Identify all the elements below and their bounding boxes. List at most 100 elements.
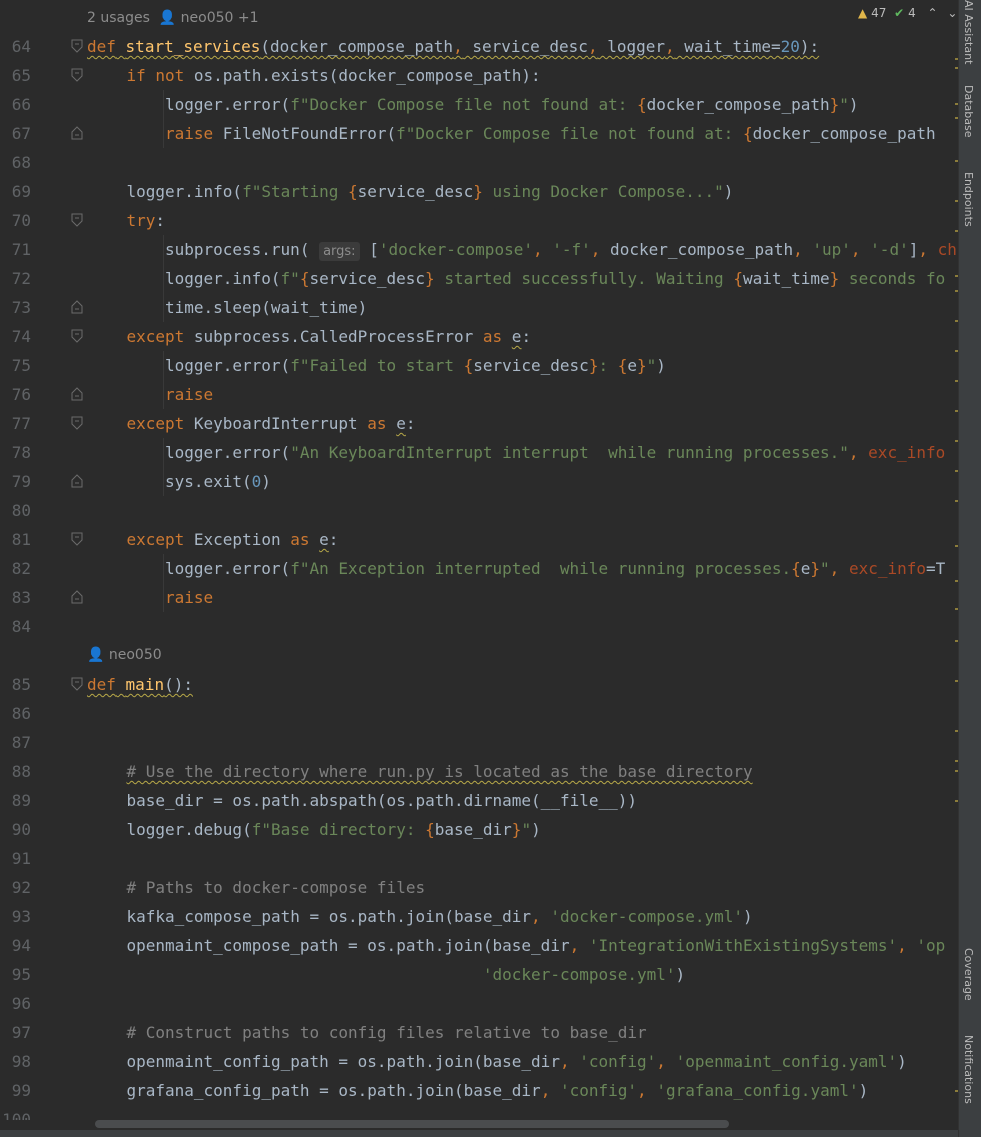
line-number[interactable]: 72 (0, 264, 31, 293)
line-number[interactable]: 77 (0, 409, 31, 438)
fold-open-icon[interactable] (71, 329, 83, 343)
code-line[interactable]: 100 (0, 1105, 958, 1120)
fold-open-icon[interactable] (71, 39, 83, 53)
code-line[interactable]: 80 (0, 496, 958, 525)
code-line[interactable]: 66 logger.error(f"Docker Compose file not… (0, 90, 958, 119)
line-number[interactable]: 98 (0, 1047, 31, 1076)
tool-window-endpoints[interactable]: Endpoints (962, 172, 975, 227)
code-line[interactable]: 95 'docker-compose.yml') (0, 960, 958, 989)
code-line[interactable]: 86 (0, 699, 958, 728)
code-line[interactable]: 98 openmaint_config_path = os.path.join(b… (0, 1047, 958, 1076)
line-number[interactable]: 91 (0, 844, 31, 873)
line-number[interactable]: 68 (0, 148, 31, 177)
code-line[interactable]: 91 (0, 844, 958, 873)
code-line[interactable]: 79 sys.exit(0) (0, 467, 958, 496)
line-number[interactable]: 79 (0, 467, 31, 496)
fold-open-icon[interactable] (71, 532, 83, 546)
code-line[interactable]: 65 if not os.path.exists(docker_compose_p… (0, 61, 958, 90)
code-vision-hint-start-services[interactable]: 2 usages 👤 neo050 +1 (87, 4, 259, 33)
line-number[interactable]: 78 (0, 438, 31, 467)
line-number[interactable]: 74 (0, 322, 31, 351)
fold-open-icon[interactable] (71, 677, 83, 691)
line-number[interactable]: 64 (0, 32, 31, 61)
line-number[interactable]: 99 (0, 1076, 31, 1105)
line-number[interactable]: 70 (0, 206, 31, 235)
code-line[interactable]: 83 raise (0, 583, 958, 612)
code-line[interactable]: 68 (0, 148, 958, 177)
line-number[interactable]: 65 (0, 61, 31, 90)
line-number[interactable]: 97 (0, 1018, 31, 1047)
line-number[interactable]: 82 (0, 554, 31, 583)
line-number[interactable]: 90 (0, 815, 31, 844)
code-line[interactable]: 71 subprocess.run( args: ['docker-compose… (0, 235, 958, 264)
code-line[interactable]: 92 # Paths to docker-compose files (0, 873, 958, 902)
code-line[interactable]: 90 logger.debug(f"Base directory: {base_d… (0, 815, 958, 844)
code-line[interactable]: 99 grafana_config_path = os.path.join(bas… (0, 1076, 958, 1105)
horizontal-scrollbar-thumb[interactable] (95, 1120, 729, 1128)
code-line[interactable]: 84 (0, 612, 958, 641)
code-line[interactable]: 78 logger.error("An KeyboardInterrupt int… (0, 438, 958, 467)
line-number[interactable]: 92 (0, 873, 31, 902)
line-number[interactable]: 76 (0, 380, 31, 409)
code-vision-hint-main[interactable]: 👤 neo050 (87, 641, 162, 670)
fold-close-icon[interactable] (71, 300, 83, 314)
line-number[interactable]: 93 (0, 902, 31, 931)
line-number[interactable]: 94 (0, 931, 31, 960)
line-number[interactable]: 100 (0, 1105, 31, 1120)
previous-highlight-icon[interactable]: ⌃ (928, 6, 938, 20)
fold-open-icon[interactable] (71, 416, 83, 430)
code-line[interactable]: 89 base_dir = os.path.abspath(os.path.dir… (0, 786, 958, 815)
code-line[interactable]: 81 except Exception as e: (0, 525, 958, 554)
code-line[interactable]: 70 try: (0, 206, 958, 235)
line-number[interactable]: 96 (0, 989, 31, 1018)
line-number[interactable]: 81 (0, 525, 31, 554)
fold-open-icon[interactable] (71, 68, 83, 82)
code-line[interactable]: 93 kafka_compose_path = os.path.join(base… (0, 902, 958, 931)
code-line[interactable]: 74 except subprocess.CalledProcessError a… (0, 322, 958, 351)
line-number[interactable]: 69 (0, 177, 31, 206)
line-number[interactable]: 80 (0, 496, 31, 525)
line-number[interactable]: 84 (0, 612, 31, 641)
code-line[interactable]: 72 logger.info(f"{service_desc} started s… (0, 264, 958, 293)
tool-window-ai-assistant[interactable]: AI Assistant (962, 0, 975, 64)
code-line[interactable]: 69 logger.info(f"Starting {service_desc} … (0, 177, 958, 206)
line-number[interactable]: 88 (0, 757, 31, 786)
tool-window-notifications[interactable]: Notifications (962, 1035, 975, 1104)
line-number[interactable]: 73 (0, 293, 31, 322)
code-line[interactable]: 77 except KeyboardInterrupt as e: (0, 409, 958, 438)
code-line[interactable]: 76 raise (0, 380, 958, 409)
inspection-widget[interactable]: ▲ 47 ✔ 4 ⌃ ⌄ (858, 6, 957, 20)
line-number[interactable]: 67 (0, 119, 31, 148)
tool-window-coverage[interactable]: Coverage (962, 948, 975, 1001)
code-line[interactable]: 85 def main(): (0, 670, 958, 699)
code-line[interactable]: 97 # Construct paths to config files rela… (0, 1018, 958, 1047)
code-line[interactable]: 75 logger.error(f"Failed to start {servic… (0, 351, 958, 380)
line-number[interactable]: 89 (0, 786, 31, 815)
code-line[interactable]: 87 (0, 728, 958, 757)
line-number[interactable]: 83 (0, 583, 31, 612)
code-line[interactable]: 96 (0, 989, 958, 1018)
code-line[interactable]: 88 # Use the directory where run.py is lo… (0, 757, 958, 786)
line-number[interactable]: 95 (0, 960, 31, 989)
tool-window-database[interactable]: Database (962, 85, 975, 138)
right-tool-window-bar: AI Assistant Database Endpoints Coverage… (958, 0, 981, 1137)
line-number[interactable]: 71 (0, 235, 31, 264)
fold-close-icon[interactable] (71, 126, 83, 140)
line-number[interactable]: 66 (0, 90, 31, 119)
line-number[interactable]: 87 (0, 728, 31, 757)
code-line[interactable]: 67 raise FileNotFoundError(f"Docker Compo… (0, 119, 958, 148)
code-line[interactable]: 64 def start_services(docker_compose_path… (0, 32, 958, 61)
code-line[interactable]: 73 time.sleep(wait_time) (0, 293, 958, 322)
code-editor[interactable]: 2 usages 👤 neo050 +1 64 def start_service… (0, 0, 958, 1120)
fold-close-icon[interactable] (71, 474, 83, 488)
code-line[interactable]: 94 openmaint_compose_path = os.path.join(… (0, 931, 958, 960)
code-text: # Construct paths to config files relati… (126, 1023, 647, 1042)
code-line[interactable]: 82 logger.error(f"An Exception interrupte… (0, 554, 958, 583)
line-number[interactable]: 86 (0, 699, 31, 728)
fold-close-icon[interactable] (71, 590, 83, 604)
line-number[interactable]: 75 (0, 351, 31, 380)
next-highlight-icon[interactable]: ⌄ (947, 6, 957, 20)
fold-open-icon[interactable] (71, 213, 83, 227)
fold-close-icon[interactable] (71, 387, 83, 401)
line-number[interactable]: 85 (0, 670, 31, 699)
